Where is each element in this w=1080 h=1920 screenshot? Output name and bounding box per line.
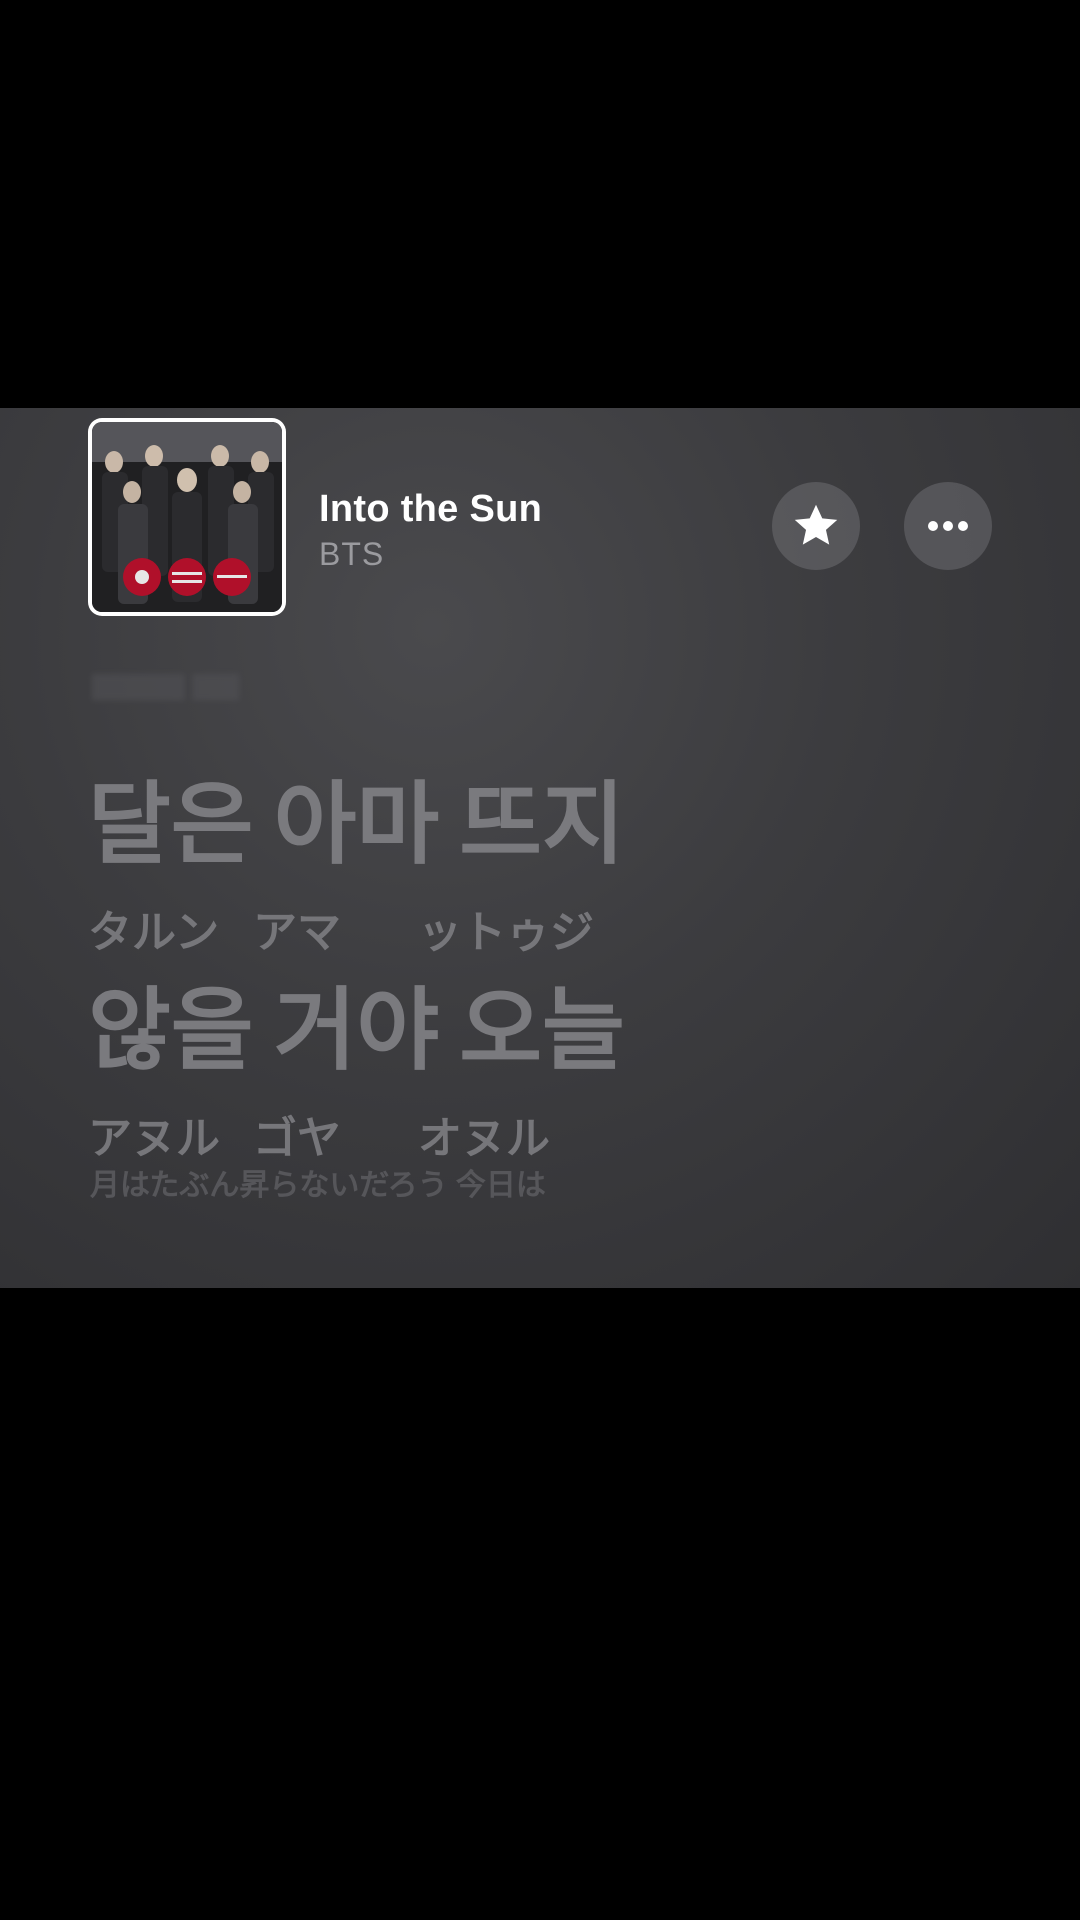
track-title: Into the Sun — [319, 488, 543, 530]
track-artist[interactable]: BTS — [319, 536, 384, 573]
lyric-line[interactable]: 달은 아마 뜨지 — [88, 780, 625, 870]
reading-word: ゴヤ — [253, 1114, 341, 1163]
now-playing-panel: Into the Sun BTS ▆▆▆▆ ▆▆ 달은 아마 뜨지 タルン アマ… — [0, 408, 1080, 1288]
star-icon — [794, 504, 838, 545]
lyric-word: 뜨지 — [459, 775, 625, 875]
lyric-word: 달은 — [88, 775, 254, 875]
previous-lyric-line-blurred: ▆▆▆▆ ▆▆ — [92, 667, 239, 700]
lyric-word: 오늘 — [459, 981, 625, 1081]
lyric-word: 아마 — [273, 775, 440, 875]
reading-word: オヌル — [418, 1114, 550, 1163]
lyric-reading: アヌル ゴヤ オヌル — [88, 1102, 625, 1166]
favorite-button[interactable] — [772, 482, 860, 570]
lyrics-block[interactable]: 달은 아마 뜨지 タルン アマ ットゥジ 않을 거야 오늘 アヌル ゴヤ オヌル — [88, 780, 625, 1192]
lyric-line[interactable]: 않을 거야 오늘 — [88, 986, 625, 1076]
lyric-reading: タルン アマ ットゥジ — [88, 896, 625, 960]
reading-word: アヌル — [88, 1114, 220, 1163]
more-options-button[interactable] — [904, 482, 992, 570]
reading-word: アマ — [253, 908, 341, 957]
lyric-translation: 月はたぶん昇らないだろう 今日は — [90, 1169, 546, 1202]
ellipsis-icon — [928, 521, 968, 531]
reading-word: ットゥジ — [418, 908, 594, 957]
reading-word: タルン — [88, 908, 220, 957]
lyric-word: 않을 — [88, 981, 254, 1081]
album-artwork-graphic — [92, 422, 282, 612]
album-artwork[interactable] — [88, 418, 286, 616]
album-artwork-image — [92, 422, 282, 612]
lyric-word: 거야 — [273, 981, 440, 1081]
